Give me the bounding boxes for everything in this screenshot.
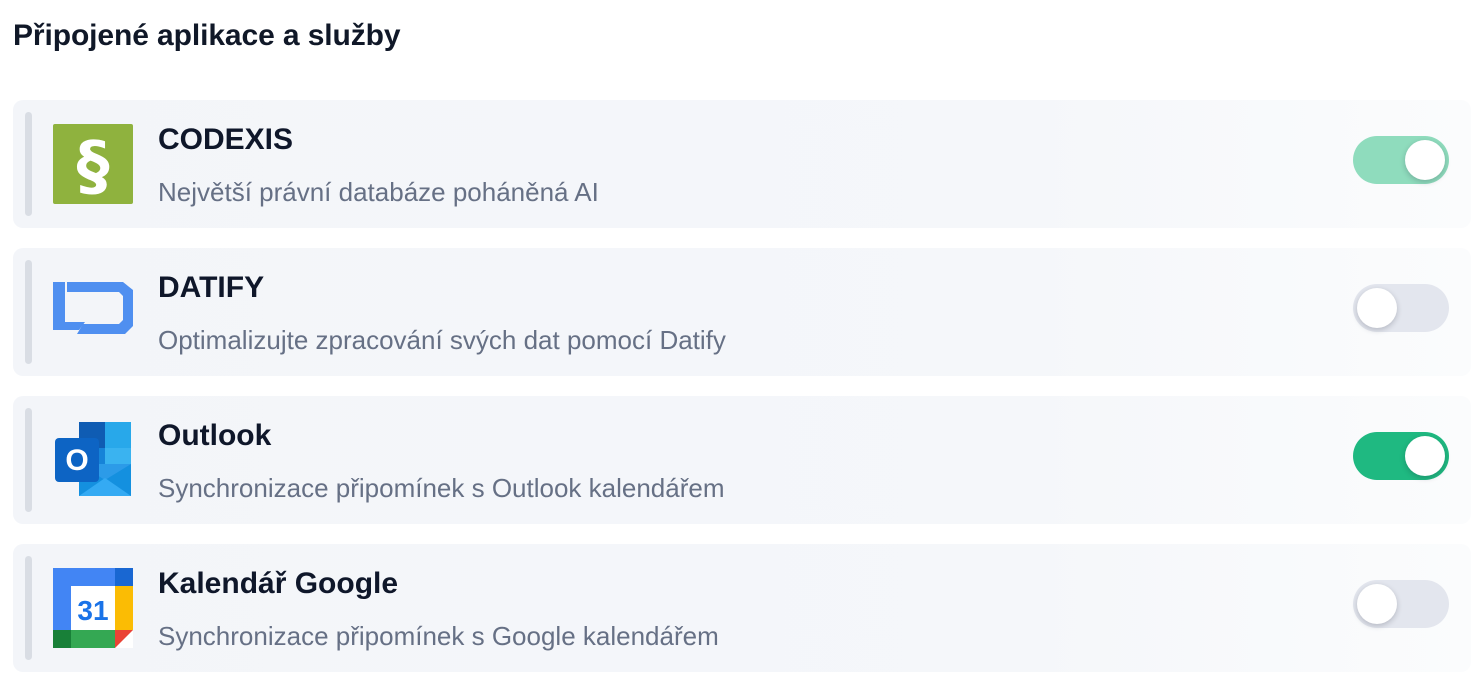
- app-description: Synchronizace připomínek s Outlook kalen…: [158, 473, 725, 503]
- svg-text:O: O: [65, 444, 88, 477]
- google-calendar-icon: 31: [53, 568, 133, 648]
- app-list: § CODEXIS Největší právní databáze pohán…: [13, 100, 1471, 672]
- outlook-toggle[interactable]: [1353, 432, 1449, 480]
- app-description: Největší právní databáze poháněná AI: [158, 177, 599, 207]
- card-accent-bar: [25, 556, 32, 660]
- app-card-codexis: § CODEXIS Největší právní databáze pohán…: [13, 100, 1471, 228]
- codexis-paragraph-icon: §: [53, 124, 133, 204]
- app-name: Kalendář Google: [158, 567, 399, 600]
- card-accent-bar: [25, 408, 32, 512]
- toggle-knob: [1405, 436, 1445, 476]
- card-accent-bar: [25, 260, 32, 364]
- calendar-day-number: 31: [77, 595, 108, 626]
- connected-apps-page: Připojené aplikace a služby § CODEXIS Ne…: [0, 0, 1484, 684]
- toggle-knob: [1357, 584, 1397, 624]
- app-card-google-calendar: 31 Kalendář Google Synchronizace připomí…: [13, 544, 1471, 672]
- app-description: Optimalizujte zpracování svých dat pomoc…: [158, 325, 726, 355]
- codexis-toggle[interactable]: [1353, 136, 1449, 184]
- card-accent-bar: [25, 112, 32, 216]
- datify-toggle[interactable]: [1353, 284, 1449, 332]
- app-description: Synchronizace připomínek s Google kalend…: [158, 621, 719, 651]
- app-name: Outlook: [158, 419, 272, 452]
- section-title: Připojené aplikace a služby: [13, 19, 401, 52]
- app-name: CODEXIS: [158, 123, 294, 156]
- outlook-icon: O: [53, 420, 133, 500]
- toggle-knob: [1405, 140, 1445, 180]
- datify-logo-icon: [53, 272, 133, 352]
- svg-text:§: §: [77, 127, 110, 204]
- app-card-outlook: O Outlook Synchronizace připomínek s Out…: [13, 396, 1471, 524]
- app-name: DATIFY: [158, 271, 265, 304]
- app-card-datify: DATIFY Optimalizujte zpracování svých da…: [13, 248, 1471, 376]
- google-calendar-toggle[interactable]: [1353, 580, 1449, 628]
- toggle-knob: [1357, 288, 1397, 328]
